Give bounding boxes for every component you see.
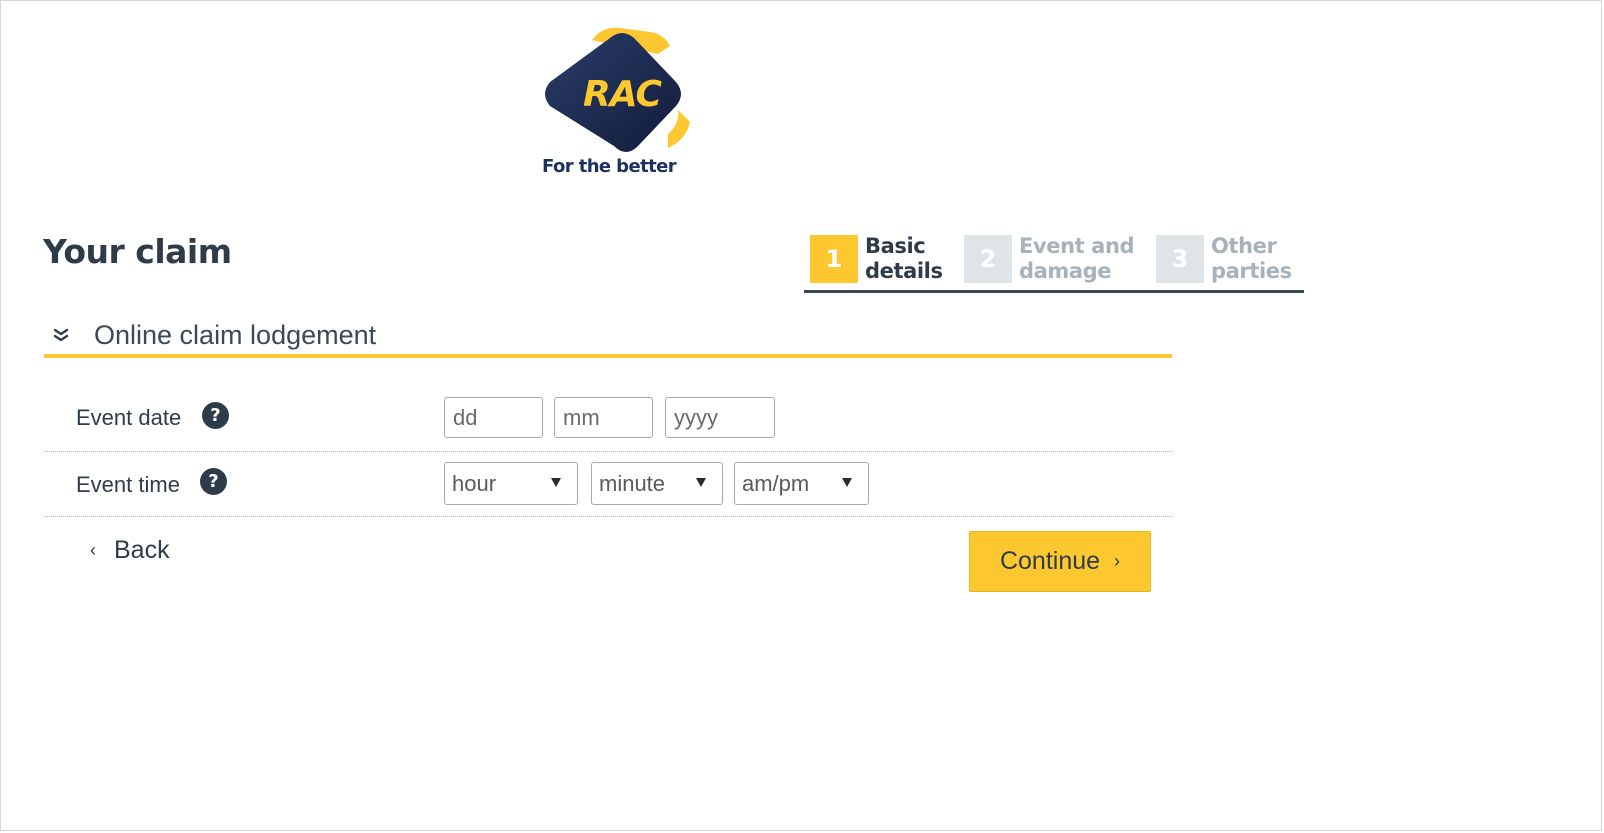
dropdown-arrow-icon xyxy=(696,478,706,487)
minute-select-value: minute xyxy=(599,470,666,496)
rac-logo[interactable]: RAC For the better xyxy=(540,24,700,184)
continue-button[interactable]: Continue › xyxy=(969,531,1151,592)
event-time-row: Event time ? hour minute am/pm xyxy=(44,452,1172,517)
step-number: 3 xyxy=(1156,235,1204,283)
event-time-label: Event time xyxy=(76,472,180,497)
step-number: 1 xyxy=(810,235,858,283)
continue-label: Continue xyxy=(999,547,1101,575)
section-header[interactable]: Online claim lodgement xyxy=(44,316,1172,358)
event-date-row: Event date ? xyxy=(44,384,1172,452)
back-label: Back xyxy=(114,536,170,564)
page-title: Your claim xyxy=(43,232,232,271)
step-other-parties: 3 Other parties xyxy=(1156,234,1292,284)
logo-tagline: For the better xyxy=(542,156,677,177)
section-title: Online claim lodgement xyxy=(94,319,377,350)
step-event-and-damage: 2 Event and damage xyxy=(964,234,1135,284)
chevron-left-icon: ‹ xyxy=(90,540,96,560)
ampm-select-value: am/pm xyxy=(742,470,810,496)
progress-stepper: 1 Basic details 2 Event and damage 3 Oth… xyxy=(804,230,1304,293)
help-icon[interactable]: ? xyxy=(202,402,229,429)
event-time-ampm-select[interactable]: am/pm xyxy=(734,462,869,505)
dropdown-arrow-icon xyxy=(842,478,852,487)
step-label: Event and damage xyxy=(1019,234,1135,283)
event-date-year-input[interactable] xyxy=(665,397,775,438)
dropdown-arrow-icon xyxy=(551,478,561,487)
hour-select-value: hour xyxy=(452,470,497,496)
event-date-month-input[interactable] xyxy=(554,397,653,438)
step-label: Other parties xyxy=(1211,234,1292,283)
step-basic-details: 1 Basic details xyxy=(810,234,943,284)
logo-wordmark: RAC xyxy=(583,74,662,115)
event-date-day-input[interactable] xyxy=(444,397,543,438)
event-time-hour-select[interactable]: hour xyxy=(444,462,578,505)
event-time-minute-select[interactable]: minute xyxy=(591,462,723,505)
step-label: Basic details xyxy=(865,234,943,283)
double-chevron-down-icon[interactable] xyxy=(50,324,72,346)
event-date-label: Event date xyxy=(76,405,182,430)
chevron-right-icon: › xyxy=(1114,551,1121,571)
back-button[interactable]: ‹ Back xyxy=(90,536,170,565)
help-icon[interactable]: ? xyxy=(200,468,227,495)
step-number: 2 xyxy=(964,235,1012,283)
